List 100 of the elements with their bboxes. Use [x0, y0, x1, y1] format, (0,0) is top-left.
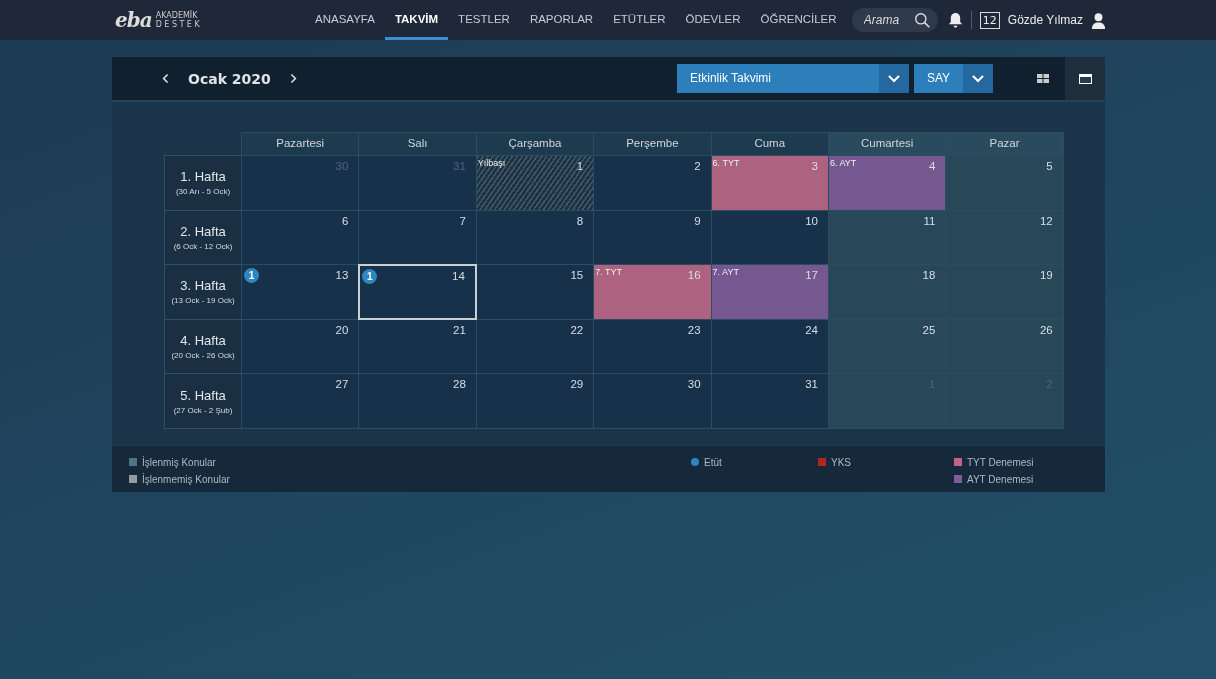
field-dropdown[interactable]: SAY — [913, 64, 993, 93]
day-cell[interactable]: 23 — [593, 318, 712, 375]
weekday-header: Salı — [358, 132, 477, 156]
day-cell[interactable]: 25 — [827, 318, 947, 375]
day-cell[interactable]: 6. AYT 4 — [827, 155, 947, 211]
grid-icon — [1037, 74, 1049, 83]
day-cell[interactable]: 29 — [475, 373, 595, 429]
event-label: 6. AYT — [829, 158, 857, 168]
event-label: 7. AYT — [712, 267, 739, 278]
day-number: 15 — [570, 269, 584, 282]
day-cell[interactable]: 24 — [710, 318, 829, 375]
day-cell[interactable]: 20 — [241, 318, 360, 375]
day-cell[interactable]: 1 14 — [358, 264, 477, 320]
day-number: 31 — [805, 378, 818, 391]
event-label: Yılbaşı — [477, 158, 506, 168]
legend-label: TYT Denemesi — [967, 456, 1034, 468]
day-number: 28 — [453, 378, 466, 391]
single-view-button[interactable] — [1065, 57, 1105, 100]
day-number: 22 — [570, 323, 584, 336]
nav-tab[interactable]: RAPORLAR — [519, 0, 604, 40]
nav-tab[interactable]: TESTLER — [448, 0, 520, 40]
grade-badge: 12 — [979, 11, 1000, 29]
weekday-header: Çarşamba — [475, 132, 595, 156]
day-cell[interactable]: 6 — [241, 209, 360, 266]
logo-text: DESTEK — [155, 20, 203, 29]
week-title: 1. Hafta — [180, 169, 226, 185]
day-cell[interactable]: 9 — [593, 209, 712, 266]
calendar-dropdown[interactable]: Etkinlik Takvimi — [676, 64, 909, 93]
day-cell[interactable]: 11 — [827, 209, 947, 266]
day-cell[interactable]: 7. TYT 16 — [593, 264, 712, 320]
week-range: (13 Ock - 19 Ock) — [171, 296, 235, 306]
bell-icon[interactable] — [947, 11, 963, 29]
day-cell[interactable]: 12 — [945, 209, 1064, 266]
day-cell[interactable]: 1 13 — [241, 264, 360, 320]
day-cell[interactable]: 7 — [358, 209, 477, 266]
caret-icon — [972, 74, 984, 83]
day-cell[interactable]: 28 — [358, 373, 477, 429]
weekday-header: Pazartesi — [241, 132, 360, 156]
day-number: 27 — [335, 378, 349, 391]
day-number: 20 — [335, 323, 349, 336]
day-number: 5 — [1046, 160, 1053, 172]
day-number: 7 — [459, 214, 466, 227]
month-title: Ocak 2020 — [188, 70, 271, 87]
event-label: 7. TYT — [595, 267, 622, 278]
day-cell[interactable]: 21 — [358, 318, 477, 375]
nav-tab[interactable]: ETÜTLER — [603, 0, 676, 40]
week-title: 5. Hafta — [180, 387, 226, 403]
legend-label: AYT Denemesi — [967, 473, 1034, 485]
chevron-right-icon — [288, 73, 297, 84]
logo-mark[interactable]: eba — [115, 8, 152, 32]
day-number: 9 — [694, 214, 701, 227]
day-number: 21 — [453, 323, 466, 336]
day-cell[interactable]: 7. AYT 17 — [710, 264, 829, 320]
count-badge: 1 — [244, 268, 259, 284]
weekday-header: Cuma — [710, 132, 829, 156]
day-number: 6 — [342, 214, 349, 227]
day-cell[interactable]: 18 — [827, 264, 947, 320]
week-range: (6 Ock - 12 Ock) — [173, 241, 233, 251]
day-cell[interactable]: 10 — [710, 209, 829, 266]
nav-tab[interactable]: TAKVİM — [384, 0, 449, 40]
day-number: 30 — [687, 378, 701, 391]
day-cell[interactable]: 26 — [945, 318, 1064, 375]
nav-tab[interactable]: ÖĞRENCİLER — [750, 0, 847, 40]
day-cell[interactable]: 31 — [710, 373, 829, 429]
day-number: 19 — [1039, 269, 1053, 282]
week-range: (20 Ock - 26 Ock) — [171, 351, 235, 361]
week-title: 3. Hafta — [180, 278, 226, 294]
day-cell[interactable]: 5 — [945, 155, 1064, 211]
nav-tab[interactable]: ANASAYFA — [305, 0, 385, 40]
legend-label: İşlenmiş Konular — [142, 456, 216, 468]
weekday-header: Cumartesi — [827, 132, 947, 156]
day-cell[interactable]: 8 — [475, 209, 595, 266]
day-cell[interactable]: 27 — [241, 373, 360, 429]
day-number: 1 — [576, 160, 584, 172]
day-number: 2 — [694, 160, 701, 172]
user-name[interactable]: Gözde Yılmaz — [1007, 13, 1083, 27]
search-field[interactable]: Arama — [851, 8, 938, 32]
day-cell[interactable]: 15 — [475, 264, 595, 320]
day-cell[interactable]: 6. TYT 3 — [710, 155, 829, 211]
logo-text: AKADEMİK — [155, 11, 199, 20]
week-title: 4. Hafta — [180, 333, 226, 349]
day-number: 17 — [805, 269, 818, 282]
user-icon[interactable] — [1091, 11, 1106, 29]
day-number: 10 — [805, 214, 818, 227]
day-cell[interactable]: 30 — [593, 373, 712, 429]
day-cell[interactable]: Yılbaşı 1 — [475, 155, 595, 211]
event-label: 6. TYT — [712, 158, 740, 168]
day-cell[interactable]: 22 — [475, 318, 595, 375]
day-number: 14 — [452, 270, 465, 283]
day-cell[interactable]: 19 — [945, 264, 1064, 320]
day-cell[interactable]: 2 — [593, 155, 712, 211]
day-number: 11 — [923, 214, 936, 227]
nav-tab[interactable]: ÖDEVLER — [675, 0, 751, 40]
search-icon[interactable] — [913, 12, 931, 29]
day-number: 3 — [811, 160, 818, 172]
chevron-left-icon — [162, 73, 170, 84]
legend-label: Etüt — [704, 456, 722, 468]
day-number: 26 — [1039, 323, 1053, 336]
caret-icon — [887, 74, 900, 83]
count-badge: 1 — [362, 269, 378, 285]
